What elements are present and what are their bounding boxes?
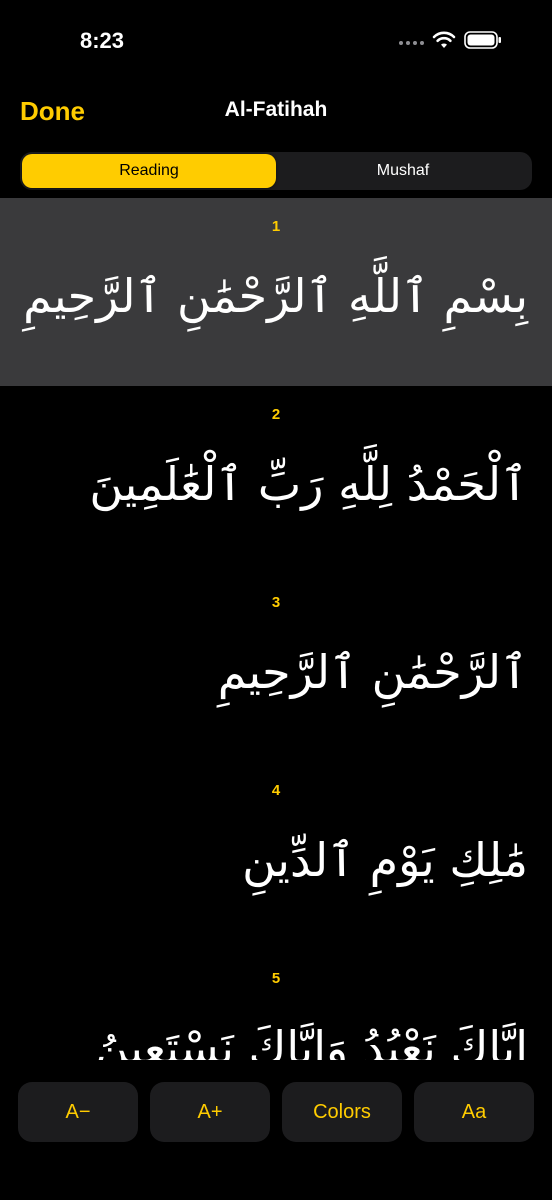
verse-text: مَٰلِكِ يَوْمِ ٱلدِّينِ [242,833,528,887]
verse-text: ٱلْحَمْدُ لِلَّهِ رَبِّ ٱلْعَٰلَمِينَ [89,457,528,511]
decrease-font-button[interactable]: A− [18,1082,138,1142]
status-bar: 8:23 [0,0,552,84]
segment-mushaf[interactable]: Mushaf [276,154,530,188]
segment-reading[interactable]: Reading [22,154,276,188]
verse-number: 1 [271,218,281,235]
view-mode-segmented-control: Reading Mushaf [20,152,532,190]
verse-number: 5 [271,970,281,987]
verse-row[interactable]: 4 مَٰلِكِ يَوْمِ ٱلدِّينِ [0,762,552,950]
verse-text: إِيَّاكَ نَعْبُدُ وَإِيَّاكَ نَسْتَعِينُ [95,1021,528,1060]
status-icons [399,30,502,55]
font-settings-button[interactable]: Aa [414,1082,534,1142]
verse-number: 3 [271,594,281,611]
verse-text: بِسْمِ ٱللَّهِ ٱلرَّحْمَٰنِ ٱلرَّحِيمِ [23,269,528,323]
verse-text: ٱلرَّحْمَٰنِ ٱلرَّحِيمِ [217,645,528,699]
verse-row[interactable]: 1 بِسْمِ ٱللَّهِ ٱلرَّحْمَٰنِ ٱلرَّحِيمِ [0,198,552,386]
colors-button[interactable]: Colors [282,1082,402,1142]
battery-icon [464,30,502,55]
verse-list[interactable]: 1 بِسْمِ ٱللَّهِ ٱلرَّحْمَٰنِ ٱلرَّحِيمِ… [0,198,552,1060]
navigation-bar: Done Al-Fatihah [0,84,552,140]
wifi-icon [432,31,456,54]
page-title: Al-Fatihah [224,98,328,121]
cellular-signal-icon [399,40,424,45]
increase-font-button[interactable]: A+ [150,1082,270,1142]
status-time: 8:23 [80,28,125,53]
verse-row[interactable]: 5 إِيَّاكَ نَعْبُدُ وَإِيَّاكَ نَسْتَعِي… [0,950,552,1060]
verse-number: 2 [271,406,281,423]
bottom-toolbar: A− A+ Colors Aa [0,1060,552,1200]
verse-number: 4 [271,782,281,799]
verse-row[interactable]: 3 ٱلرَّحْمَٰنِ ٱلرَّحِيمِ [0,574,552,762]
verse-row[interactable]: 2 ٱلْحَمْدُ لِلَّهِ رَبِّ ٱلْعَٰلَمِينَ [0,386,552,574]
